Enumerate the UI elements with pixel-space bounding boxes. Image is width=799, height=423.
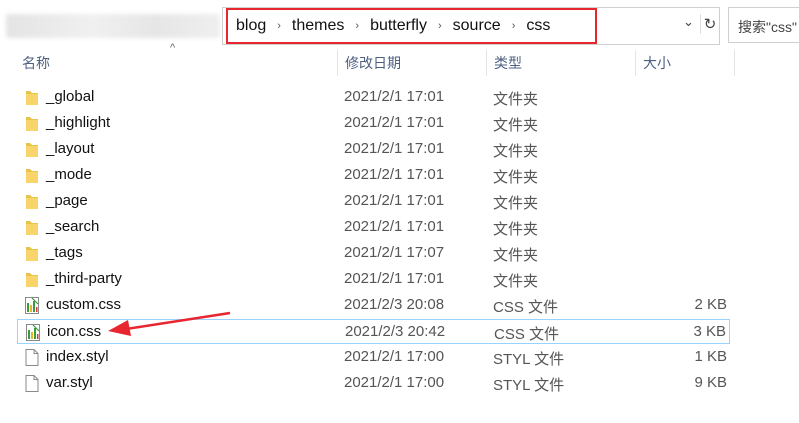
- file-name: _tags: [46, 244, 83, 261]
- file-modified-date: 2021/2/1 17:01: [344, 140, 445, 157]
- file-row[interactable]: _global 2021/2/1 17:01 文件夹: [17, 85, 730, 110]
- column-headers: ^ 名称 修改日期 类型 大小: [0, 42, 799, 76]
- file-name: _page: [46, 192, 88, 209]
- column-divider[interactable]: [337, 50, 338, 76]
- file-row[interactable]: _tags 2021/2/1 17:07 文件夹: [17, 241, 730, 266]
- folder-icon: [23, 244, 41, 263]
- file-name: _layout: [46, 140, 95, 157]
- file-modified-date: 2021/2/1 17:01: [344, 88, 445, 105]
- file-size: 1 KB: [694, 348, 727, 365]
- file-icon: [23, 348, 41, 367]
- column-divider[interactable]: [734, 50, 735, 76]
- file-modified-date: 2021/2/1 17:01: [344, 166, 445, 183]
- file-type: 文件夹: [493, 247, 539, 264]
- file-type: 文件夹: [493, 221, 539, 238]
- folder-icon: [23, 166, 41, 185]
- file-modified-date: 2021/2/1 17:01: [344, 192, 445, 209]
- file-row[interactable]: _third-party 2021/2/1 17:01 文件夹: [17, 267, 730, 292]
- file-modified-date: 2021/2/1 17:00: [344, 374, 445, 391]
- sort-ascending-icon: ^: [170, 42, 176, 54]
- refresh-icon[interactable]: ↻: [700, 14, 719, 34]
- file-modified-date: 2021/2/1 17:01: [344, 114, 445, 131]
- address-bar-region: blog › themes › butterfly › source › css…: [0, 0, 799, 50]
- file-row[interactable]: index.styl 2021/2/1 17:00 STYL 文件 1 KB: [17, 345, 730, 370]
- file-row[interactable]: _search 2021/2/1 17:01 文件夹: [17, 215, 730, 240]
- file-modified-date: 2021/2/1 17:01: [344, 218, 445, 235]
- file-row[interactable]: var.styl 2021/2/1 17:00 STYL 文件 9 KB: [17, 371, 730, 396]
- chevron-down-icon[interactable]: ⌄: [683, 14, 694, 30]
- column-header-type[interactable]: 类型: [494, 53, 522, 73]
- file-icon: [23, 374, 41, 393]
- file-size: 3 KB: [693, 323, 726, 340]
- file-type: 文件夹: [493, 117, 539, 134]
- folder-icon: [23, 218, 41, 237]
- breadcrumb-highlight-box: [226, 8, 597, 44]
- file-name: custom.css: [46, 296, 122, 313]
- file-modified-date: 2021/2/1 17:01: [344, 270, 445, 287]
- file-name: _highlight: [46, 114, 111, 131]
- folder-icon: [23, 88, 41, 107]
- file-type: 文件夹: [493, 169, 539, 186]
- file-row[interactable]: _page 2021/2/1 17:01 文件夹: [17, 189, 730, 214]
- search-input[interactable]: 搜索"css": [738, 17, 797, 37]
- search-box[interactable]: 搜索"css": [728, 7, 799, 43]
- file-name: _third-party: [46, 270, 122, 287]
- file-type: CSS 文件: [494, 326, 560, 343]
- file-name: index.styl: [46, 348, 109, 365]
- folder-icon: [23, 270, 41, 289]
- file-modified-date: 2021/2/1 17:07: [344, 244, 445, 261]
- file-name: _global: [46, 88, 95, 105]
- file-name: _mode: [46, 166, 92, 183]
- file-name: _search: [46, 218, 100, 235]
- css-file-icon: [24, 323, 42, 342]
- file-type: STYL 文件: [493, 377, 565, 394]
- file-type: STYL 文件: [493, 351, 565, 368]
- column-divider[interactable]: [635, 50, 636, 76]
- column-header-modified[interactable]: 修改日期: [345, 53, 401, 73]
- blurred-navigation-buttons: [6, 14, 220, 38]
- column-header-size[interactable]: 大小: [643, 53, 671, 73]
- file-modified-date: 2021/2/1 17:00: [344, 348, 445, 365]
- file-row[interactable]: _highlight 2021/2/1 17:01 文件夹: [17, 111, 730, 136]
- css-file-icon: [23, 296, 41, 315]
- file-row[interactable]: icon.css 2021/2/3 20:42 CSS 文件 3 KB: [17, 319, 730, 344]
- file-size: 9 KB: [694, 374, 727, 391]
- file-name: var.styl: [46, 374, 93, 391]
- file-row[interactable]: custom.css 2021/2/3 20:08 CSS 文件 2 KB: [17, 293, 730, 318]
- folder-icon: [23, 192, 41, 211]
- file-type: 文件夹: [493, 143, 539, 160]
- file-type: CSS 文件: [493, 299, 559, 316]
- file-type: 文件夹: [493, 91, 539, 108]
- file-row[interactable]: _mode 2021/2/1 17:01 文件夹: [17, 163, 730, 188]
- file-modified-date: 2021/2/3 20:42: [345, 323, 446, 340]
- file-type: 文件夹: [493, 273, 539, 290]
- column-divider[interactable]: [486, 50, 487, 76]
- file-type: 文件夹: [493, 195, 539, 212]
- file-size: 2 KB: [694, 296, 727, 313]
- file-modified-date: 2021/2/3 20:08: [344, 296, 445, 313]
- folder-icon: [23, 114, 41, 133]
- folder-icon: [23, 140, 41, 159]
- file-row[interactable]: _layout 2021/2/1 17:01 文件夹: [17, 137, 730, 162]
- file-name: icon.css: [47, 323, 102, 340]
- column-header-name[interactable]: 名称: [22, 53, 50, 73]
